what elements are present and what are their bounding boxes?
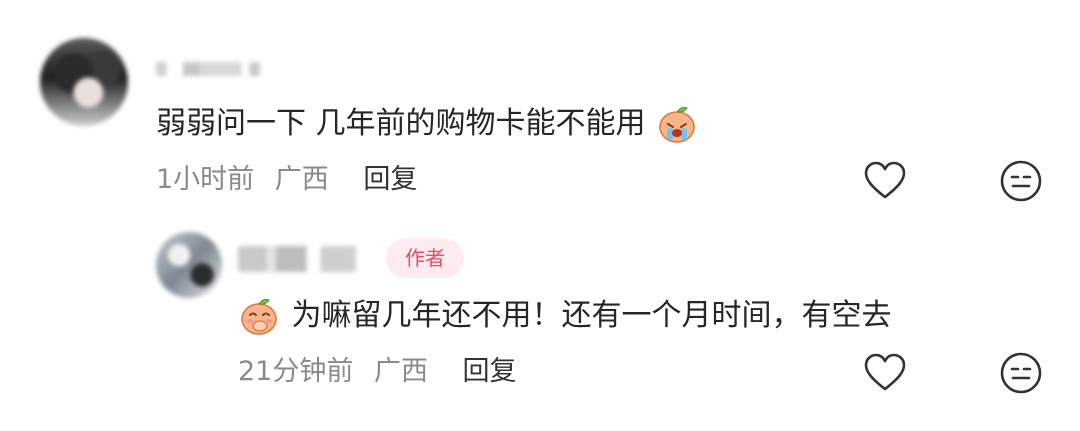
- heart-icon[interactable]: [862, 350, 908, 396]
- reply-body: 为嘛留几年还不用！还有一个月时间，有空去: [291, 298, 892, 333]
- reply-time: 21分钟前: [238, 356, 354, 387]
- comment-time: 1小时前: [156, 164, 255, 195]
- comment-meta: 1小时前 广西 回复: [156, 162, 417, 198]
- author-badge: 作者: [386, 238, 464, 278]
- comment-text[interactable]: 弱弱问一下 几年前的购物卡能不能用: [156, 104, 699, 144]
- reply-button[interactable]: 回复: [463, 354, 517, 390]
- crying-peach-emoji-icon: [655, 104, 699, 144]
- reply-text[interactable]: 为嘛留几年还不用！还有一个月时间，有空去: [238, 296, 892, 336]
- username-blurred[interactable]: [238, 246, 356, 272]
- neutral-face-icon[interactable]: [998, 350, 1044, 396]
- avatar[interactable]: [40, 38, 128, 126]
- comment-location: 广西: [274, 164, 329, 195]
- comment-body: 弱弱问一下 几年前的购物卡能不能用: [156, 106, 646, 141]
- reply-meta: 21分钟前 广西 回复: [238, 354, 517, 390]
- reply-location: 广西: [373, 356, 428, 387]
- neutral-face-icon[interactable]: [998, 158, 1044, 204]
- username-blurred[interactable]: [156, 62, 260, 76]
- reply-button[interactable]: 回复: [363, 162, 417, 198]
- heart-icon[interactable]: [862, 158, 908, 204]
- peach-hand-over-mouth-emoji-icon: [238, 296, 282, 336]
- avatar[interactable]: [156, 232, 222, 298]
